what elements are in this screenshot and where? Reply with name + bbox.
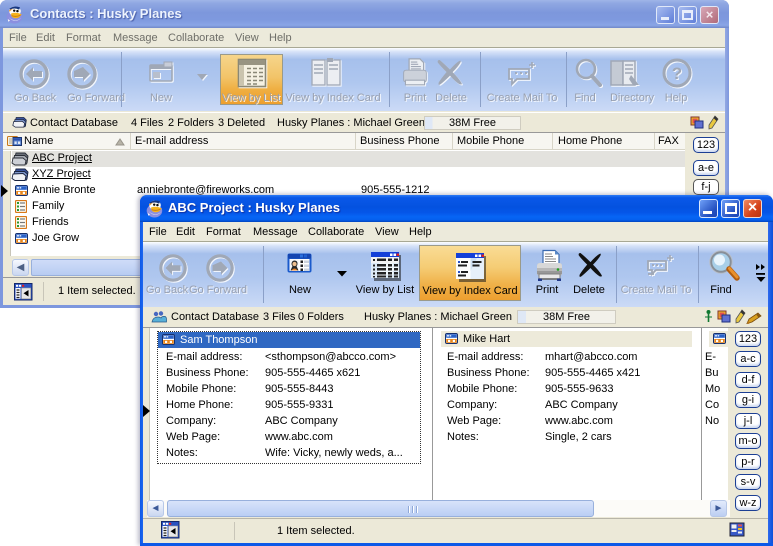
- svg-text:?: ?: [672, 64, 682, 83]
